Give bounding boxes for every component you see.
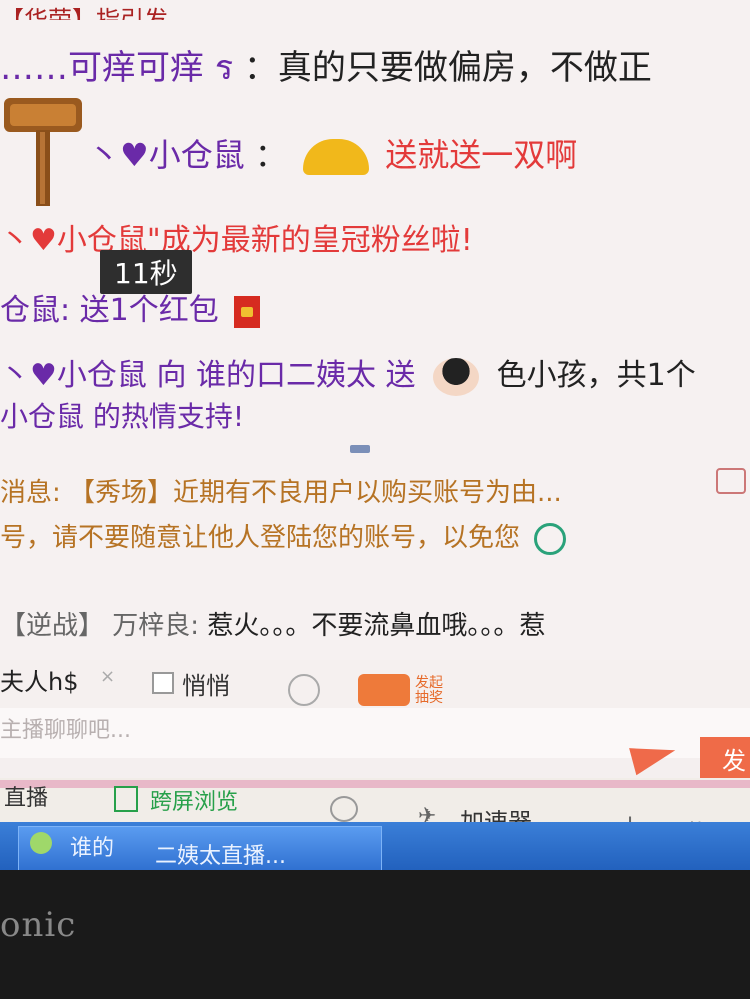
notice-label: 消息: <box>0 478 61 508</box>
thanks-message: 小仓鼠 的热情支持! <box>0 395 244 435</box>
monitor-brand-logo: onic <box>0 905 77 945</box>
chat-username[interactable]: 丶♥小仓鼠 <box>0 358 147 393</box>
lottery-icon[interactable] <box>358 674 410 706</box>
nav-divider <box>0 780 750 788</box>
whisper-checkbox[interactable] <box>152 672 174 694</box>
chat-username[interactable]: 仓鼠: <box>0 293 70 328</box>
system-message: 丶♥小仓鼠"成为最新的皇冠粉丝啦! <box>0 215 473 259</box>
chat-message: 【逆战】 万梓良: 惹火。。。不要流鼻血哦。。。惹 <box>0 605 545 642</box>
chat-send-verb: 送 <box>385 358 416 393</box>
whisper-label[interactable]: 悄悄 <box>182 666 230 701</box>
gift-text: 色小孩，共1个 <box>496 358 696 393</box>
countdown-tooltip: 11秒 <box>100 250 192 294</box>
app-icon <box>30 832 52 854</box>
chat-text: 真的只要做偏房，不做正 <box>277 48 652 88</box>
emoji-icon[interactable] <box>288 674 320 706</box>
screen: 【华荣】指引发 ……可痒可痒 ร ：真的只要做偏房，不做正 丶♥小仓鼠 ： 送就… <box>0 0 750 870</box>
message-divider <box>350 445 370 453</box>
chat-input-placeholder: 主播聊聊吧... <box>0 718 131 743</box>
chat-line-text: 【华荣】指引发 <box>0 6 168 20</box>
system-text: 丶♥小仓鼠"成为最新的皇冠粉丝啦 <box>0 223 461 258</box>
chat-text: 的热情支持! <box>92 400 245 433</box>
user-badge-icon: ร <box>214 48 234 88</box>
red-packet-icon[interactable] <box>234 295 261 328</box>
chat-text: 送1个红包 <box>79 293 219 328</box>
chat-line-partial: 【华荣】指引发 <box>0 0 168 20</box>
nav-live[interactable]: 直播 <box>4 780 48 812</box>
notice-message: 消息: 【秀场】近期有不良用户以购买账号为由... <box>0 472 562 509</box>
crown-gift-icon <box>303 139 370 175</box>
taskbar-title-b: 二姨太直播... <box>155 844 286 869</box>
chat-message: 丶♥小仓鼠 ： 送就送一双啊 <box>88 130 577 176</box>
chat-target[interactable]: 谁的口二姨太 <box>196 358 376 393</box>
lottery-label[interactable]: 发起抽奖 <box>415 676 455 706</box>
chat-separator: ： <box>243 48 278 88</box>
nav-cross-screen[interactable]: 跨屏浏览 <box>150 784 238 816</box>
chat-text: 送就送一双啊 <box>385 136 578 174</box>
chat-message: ……可痒可痒 ร ：真的只要做偏房，不做正 <box>0 40 652 94</box>
chat-text: 惹火。。。不要流鼻血哦。。。惹 <box>207 611 546 641</box>
channel-tag: 【逆战】 <box>0 611 105 641</box>
user-icon[interactable] <box>534 522 567 555</box>
notice-message-cont: 号，请不要随意让他人登陆您的账号，以免您 <box>0 517 567 555</box>
gift-message: 丶♥小仓鼠 向 谁的口二姨太 送 色小孩，共1个 <box>0 350 696 396</box>
kid-gift-icon <box>433 357 480 396</box>
taskbar-title-a: 谁的 <box>70 836 115 861</box>
add-icon[interactable] <box>330 796 358 822</box>
close-icon[interactable]: × <box>100 666 115 687</box>
chat-area: 【华荣】指引发 ……可痒可痒 ร ：真的只要做偏房，不做正 丶♥小仓鼠 ： 送就… <box>0 0 750 660</box>
chat-separator: ： <box>254 136 287 174</box>
exclamation-mark: ! <box>460 223 473 258</box>
notice-text: 【秀场】近期有不良用户以购买账号为由... <box>69 478 562 508</box>
chat-username[interactable]: 小仓鼠 <box>0 400 84 433</box>
chat-verb: 向 <box>156 358 187 393</box>
message-box-icon[interactable] <box>716 468 746 494</box>
notice-text: 号，请不要随意让他人登陆您的账号，以免您 <box>0 523 521 553</box>
cross-screen-icon[interactable] <box>114 786 138 812</box>
chat-username[interactable]: 丶♥小仓鼠 <box>88 136 245 174</box>
chat-username[interactable]: ……可痒可痒 <box>0 48 204 88</box>
chat-username[interactable]: 万梓良: <box>112 611 199 641</box>
gavel-icon <box>4 98 82 206</box>
nickname-label[interactable]: 夫人h$ <box>0 662 78 697</box>
